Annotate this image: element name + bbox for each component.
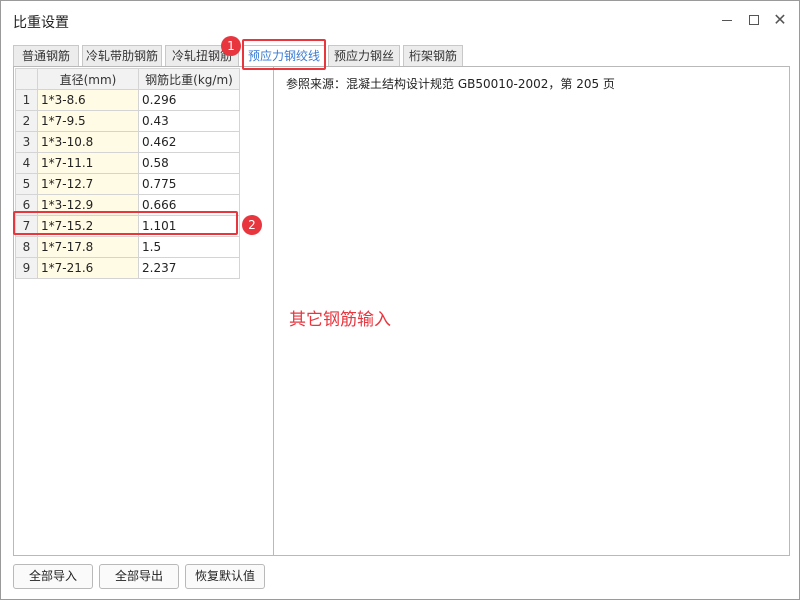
weight-table-panel: 直径(mm) 钢筋比重(kg/m) 1 1*3-8.6 0.296 2 1*7-…	[13, 66, 274, 556]
close-icon[interactable]: ✕	[769, 9, 791, 31]
tab-cold-rolled-ribbed-rebar[interactable]: 冷轧带肋钢筋	[82, 45, 162, 67]
diameter-cell[interactable]: 1*7-12.7	[37, 173, 139, 195]
title-bar: 比重设置 ✕	[1, 1, 799, 39]
tab-highlight-box	[242, 39, 326, 70]
weight-cell[interactable]: 0.43	[138, 110, 240, 132]
other-rebar-input-label: 其它钢筋输入	[289, 310, 391, 330]
weight-cell[interactable]: 0.462	[138, 131, 240, 153]
tab-prestressed-wire[interactable]: 预应力钢丝	[328, 45, 400, 67]
row-number: 9	[15, 257, 38, 279]
weight-cell[interactable]: 1.5	[138, 236, 240, 258]
tab-ordinary-rebar[interactable]: 普通钢筋	[13, 45, 79, 67]
column-header-diameter: 直径(mm)	[37, 68, 139, 90]
weight-cell[interactable]: 2.237	[138, 257, 240, 279]
table-corner	[15, 68, 38, 90]
row-number: 2	[15, 110, 38, 132]
diameter-cell[interactable]: 1*7-9.5	[37, 110, 139, 132]
table-header-row: 直径(mm) 钢筋比重(kg/m)	[15, 68, 240, 90]
table-row[interactable]: 9 1*7-21.6 2.237	[15, 257, 240, 279]
tab-truss-rebar[interactable]: 桁架钢筋	[403, 45, 463, 67]
column-header-weight: 钢筋比重(kg/m)	[138, 68, 240, 90]
weight-cell[interactable]: 0.58	[138, 152, 240, 174]
diameter-cell[interactable]: 1*3-10.8	[37, 131, 139, 153]
reference-source-text: 参照来源：混凝土结构设计规范 GB50010-2002，第 205 页	[286, 77, 615, 91]
export-all-button[interactable]: 全部导出	[99, 564, 179, 589]
diameter-cell[interactable]: 1*3-8.6	[37, 89, 139, 111]
maximize-icon[interactable]	[743, 9, 765, 31]
table-row[interactable]: 4 1*7-11.1 0.58	[15, 152, 240, 174]
diameter-cell[interactable]: 1*7-17.8	[37, 236, 139, 258]
step-badge-1: 1	[221, 36, 241, 56]
weight-cell[interactable]: 0.296	[138, 89, 240, 111]
step-badge-2: 2	[242, 215, 262, 235]
minimize-icon[interactable]	[716, 9, 738, 31]
weight-table: 直径(mm) 钢筋比重(kg/m) 1 1*3-8.6 0.296 2 1*7-…	[15, 68, 240, 279]
row-number: 3	[15, 131, 38, 153]
table-row[interactable]: 8 1*7-17.8 1.5	[15, 236, 240, 258]
row-number: 1	[15, 89, 38, 111]
restore-defaults-button[interactable]: 恢复默认值	[185, 564, 265, 589]
row-number: 5	[15, 173, 38, 195]
table-row[interactable]: 3 1*3-10.8 0.462	[15, 131, 240, 153]
weight-settings-dialog: 比重设置 ✕ 普通钢筋 冷轧带肋钢筋 冷轧扭钢筋 预应力钢绞线 预应力钢丝 桁架…	[0, 0, 800, 600]
diameter-cell[interactable]: 1*7-11.1	[37, 152, 139, 174]
diameter-cell[interactable]: 1*7-21.6	[37, 257, 139, 279]
row-number: 8	[15, 236, 38, 258]
table-row[interactable]: 2 1*7-9.5 0.43	[15, 110, 240, 132]
row-highlight-box	[13, 211, 238, 235]
table-row[interactable]: 5 1*7-12.7 0.775	[15, 173, 240, 195]
reference-panel: 参照来源：混凝土结构设计规范 GB50010-2002，第 205 页 其它钢筋…	[274, 66, 790, 556]
weight-cell[interactable]: 0.775	[138, 173, 240, 195]
window-title: 比重设置	[13, 15, 69, 31]
import-all-button[interactable]: 全部导入	[13, 564, 93, 589]
row-number: 4	[15, 152, 38, 174]
table-row[interactable]: 1 1*3-8.6 0.296	[15, 89, 240, 111]
